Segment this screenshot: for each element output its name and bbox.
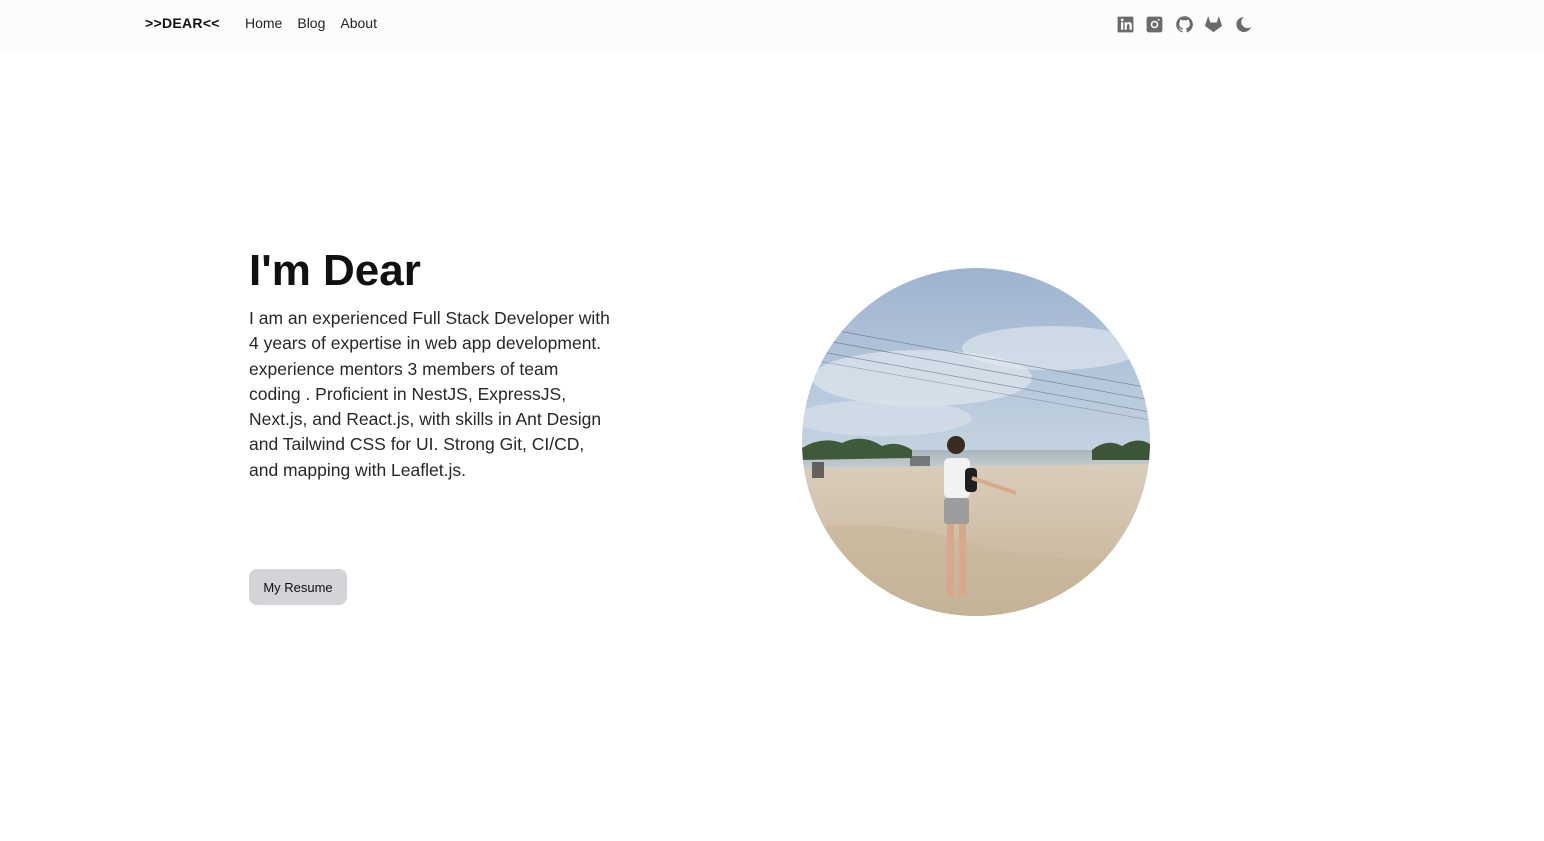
beach-photo-image: [802, 268, 1150, 616]
gitlab-icon[interactable]: [1204, 14, 1224, 34]
nav-home-link[interactable]: Home: [245, 15, 282, 31]
profile-photo: [802, 268, 1150, 616]
nav-about-link[interactable]: About: [340, 15, 377, 31]
my-resume-button[interactable]: My Resume: [249, 569, 347, 605]
instagram-icon[interactable]: [1145, 14, 1165, 34]
brand-logo[interactable]: >>DEAR<<: [145, 15, 220, 31]
linkedin-icon[interactable]: [1115, 14, 1135, 34]
main-nav: Home Blog About: [245, 15, 392, 31]
nav-blog-link[interactable]: Blog: [297, 15, 325, 31]
hero-title: I'm Dear: [249, 246, 421, 295]
moon-icon[interactable]: [1233, 14, 1253, 34]
top-navbar: >>DEAR<< Home Blog About: [0, 0, 1544, 50]
social-icons: [1115, 14, 1263, 34]
hero-description: I am an experienced Full Stack Developer…: [249, 308, 610, 480]
github-icon[interactable]: [1174, 14, 1194, 34]
